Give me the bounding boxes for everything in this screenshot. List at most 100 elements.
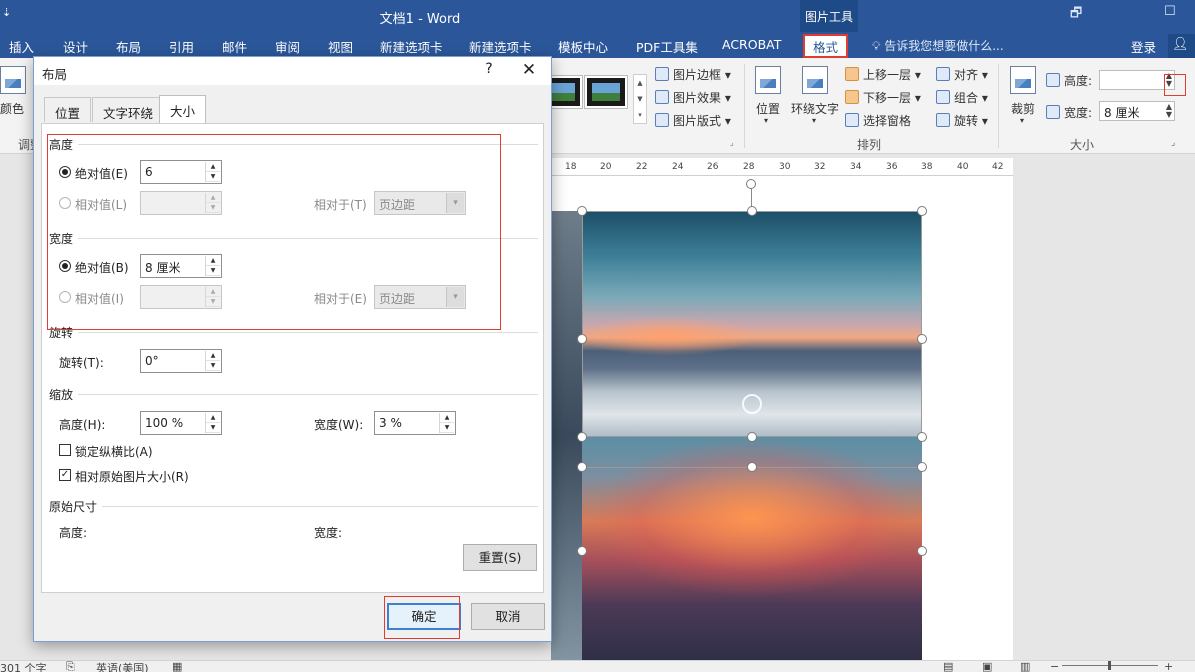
height-relative-to-select[interactable]: 页边距 ▾ [374,191,466,215]
width-relative-input[interactable]: ▲ ▼ [140,285,222,309]
width-relative-to-select[interactable]: 页边距 ▾ [374,285,466,309]
rotate-button[interactable]: 旋转 ▾ [936,112,988,129]
tab-view[interactable]: 视图 [328,37,353,56]
group-objects-button[interactable]: 组合 ▾ [936,89,988,106]
cancel-button[interactable]: 取消 [471,603,545,630]
shape-width-input[interactable]: 8 厘米 ▲ ▼ [1099,101,1175,121]
relative-original-label[interactable]: 相对原始图片大小(R) [75,468,189,485]
zoom-slider-thumb[interactable] [1108,661,1111,670]
align-button[interactable]: 对齐 ▾ [936,66,988,83]
tab-design[interactable]: 设计 [63,37,88,56]
proofing-icon[interactable]: ⎘ [66,660,75,672]
tab-review[interactable]: 审阅 [275,37,300,56]
rotation-input[interactable]: 0° ▲ ▼ [140,349,222,373]
width-absolute-input[interactable]: 8 厘米 ▲ ▼ [140,254,222,278]
spinner[interactable]: ▲ ▼ [205,256,220,276]
resize-handle[interactable] [747,432,757,442]
width-absolute-radio[interactable] [59,260,71,272]
tab-size[interactable]: 大小 [159,95,207,123]
resize-handle[interactable] [917,546,927,556]
picture-effects-button[interactable]: 图片效果 ▾ [655,89,731,106]
spinner[interactable]: ▲ ▼ [439,413,454,433]
spin-up-icon[interactable]: ▲ [206,413,220,423]
position-button[interactable]: 位置 [756,100,780,117]
spin-up-icon[interactable]: ▲ [206,193,220,203]
rotation-handle-icon[interactable] [746,179,756,189]
tab-text-wrapping[interactable]: 文字环绕 [92,97,165,122]
spin-down-icon[interactable]: ▼ [206,361,220,371]
spin-up-icon[interactable]: ▲ [206,256,220,266]
spin-down-icon[interactable]: ▼ [440,423,454,433]
spin-down-icon[interactable]: ▼ [206,172,220,182]
spin-down-icon[interactable]: ▼ [206,266,220,276]
spin-up-icon[interactable]: ▲ [440,413,454,423]
spinner[interactable]: ▲ ▼ [205,413,220,433]
height-absolute-label[interactable]: 绝对值(E) [75,165,128,182]
tab-mailings[interactable]: 邮件 [222,37,247,56]
tab-new-2[interactable]: 新建选项卡 [469,37,532,56]
height-relative-radio[interactable] [59,197,71,209]
reset-button[interactable]: 重置(S) [463,544,537,571]
tab-references[interactable]: 引用 [169,37,194,56]
tab-insert[interactable]: 插入 [9,37,34,56]
resize-handle[interactable] [917,432,927,442]
resize-handle[interactable] [577,206,587,216]
relative-original-checkbox[interactable]: ✓ [59,469,71,481]
picture-border-button[interactable]: 图片边框 ▾ [655,66,731,83]
tab-template-center[interactable]: 模板中心 [558,37,608,56]
word-count[interactable]: 301 个字 [0,660,47,672]
help-icon[interactable]: ? [479,61,499,77]
color-icon[interactable] [0,66,26,94]
person-icon[interactable]: 👤︎ [1168,34,1195,58]
height-absolute-radio[interactable] [59,166,71,178]
picture-styles-launcher-icon[interactable]: ⌟ [730,138,734,147]
rotate-circle-icon[interactable] [742,394,762,414]
bring-forward-button[interactable]: 上移一层 ▾ [845,66,921,83]
picture-layout-button[interactable]: 图片版式 ▾ [655,112,731,129]
spinner[interactable]: ▲ ▼ [205,162,220,182]
position-dropdown-icon[interactable]: ▾ [764,116,768,125]
height-relative-input[interactable]: ▲ ▼ [140,191,222,215]
spinner-icon[interactable]: ▲ ▼ [1166,103,1172,119]
size-launcher-icon[interactable]: ⌟ [1171,138,1175,148]
zoom-in-icon[interactable]: + [1164,660,1173,672]
tab-new-1[interactable]: 新建选项卡 [380,37,443,56]
spin-down-icon[interactable]: ▼ [206,203,220,213]
sign-in-link[interactable]: 登录 [1131,37,1156,56]
spinner[interactable]: ▲ ▼ [205,193,220,213]
resize-handle[interactable] [577,462,587,472]
tab-format[interactable]: 格式 [803,34,849,58]
resize-handle[interactable] [917,334,927,344]
spinner[interactable]: ▲ ▼ [205,351,220,371]
ribbon-display-options-icon[interactable]: 🗗 [1070,4,1082,26]
resize-handle[interactable] [747,462,757,472]
resize-handle[interactable] [747,206,757,216]
scale-height-input[interactable]: 100 % ▲ ▼ [140,411,222,435]
spin-down-icon[interactable]: ▼ [206,297,220,307]
spin-up-icon[interactable]: ▲ [206,287,220,297]
style-thumbnail-2[interactable] [584,75,628,109]
color-button-label[interactable]: 颜色 [0,100,24,117]
tab-pdf-tools[interactable]: PDF工具集 [636,37,698,56]
wrap-text-button[interactable]: 环绕文字 [791,100,839,117]
send-backward-button[interactable]: 下移一层 ▾ [845,89,921,106]
close-icon[interactable]: ✕ [518,59,540,81]
print-layout-icon[interactable]: ▣ [982,660,992,672]
crop-button[interactable]: 裁剪 [1011,100,1035,117]
height-absolute-input[interactable]: 6 ▲ ▼ [140,160,222,184]
spin-up-icon[interactable]: ▲ [206,162,220,172]
resize-handle[interactable] [917,206,927,216]
gallery-scroll[interactable]: ▲ ▼ ▾ [633,74,647,124]
spin-down-icon[interactable]: ▼ [206,423,220,433]
maximize-icon[interactable]: ☐ [1164,4,1176,19]
tab-layout[interactable]: 布局 [116,37,141,56]
selection-pane-button[interactable]: 选择窗格 [845,112,911,129]
spin-up-icon[interactable]: ▲ [206,351,220,361]
resize-handle[interactable] [577,546,587,556]
resize-handle[interactable] [577,334,587,344]
width-relative-radio[interactable] [59,291,71,303]
ok-button[interactable]: 确定 [387,603,461,630]
macro-icon[interactable]: ▦ [172,660,182,672]
tell-me-search[interactable]: 💡︎ 告诉我您想要做什么... [872,37,1004,54]
lock-aspect-checkbox[interactable] [59,444,71,456]
